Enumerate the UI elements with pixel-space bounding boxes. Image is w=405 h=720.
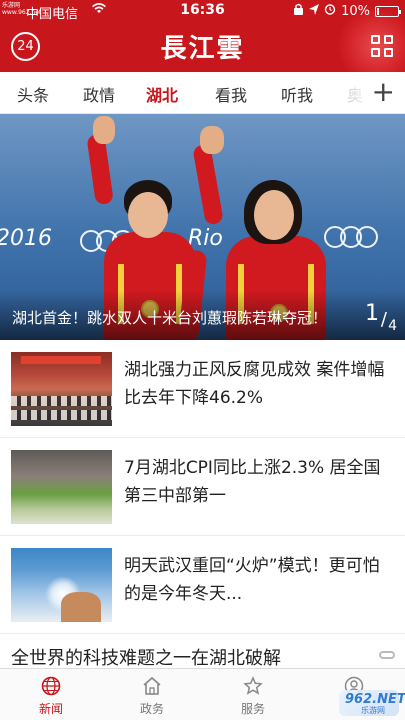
nav-label: 服务 [240, 702, 265, 716]
link-icon [379, 651, 395, 659]
news-title: 7月湖北CPI同比上涨2.3% 居全国第三中部第一 [124, 458, 381, 506]
news-thumbnail [11, 450, 112, 524]
alarm-icon [324, 3, 336, 19]
nav-service[interactable]: 服务 [203, 669, 303, 720]
news-thumbnail [11, 548, 112, 622]
home-icon [142, 676, 162, 696]
news-thumbnail [11, 352, 112, 426]
nav-label: 政务 [139, 702, 164, 716]
globe-icon [41, 676, 61, 696]
tab-hubei[interactable]: 湖北 [146, 82, 178, 106]
pager-current: 1 [365, 301, 379, 326]
badge-subtitle: 乐游网 [361, 706, 385, 715]
channel-tabs: 头条 政情 湖北 看我 听我 奥 + [0, 72, 405, 114]
app-header: 24 長江雲 [0, 22, 405, 72]
location-icon [309, 3, 320, 19]
add-channel-button[interactable]: + [372, 77, 395, 107]
star-icon [243, 676, 263, 696]
hero-caption: 湖北首金！跳水双人十米台刘蕙瑕陈若琳夺冠！ [12, 309, 328, 327]
hero-banner[interactable]: 2016 Rio 湖北首金！跳水双人十米台刘蕙瑕陈若琳夺冠！ 1 / 4 [0, 114, 405, 340]
news-title: 明天武汉重回“火炉”模式！更可怕的是今年冬天... [124, 556, 380, 604]
pager-separator: / [380, 309, 387, 330]
lock-rotation-icon [293, 3, 304, 19]
news-title: 湖北强力正风反腐见成效 案件增幅比去年下降46.2% [124, 360, 385, 408]
news-title-partial[interactable]: 全世界的科技难题之一在湖北破解 [11, 644, 281, 670]
tabs-fade [335, 72, 375, 113]
news-item[interactable]: 湖北强力正风反腐见成效 案件增幅比去年下降46.2% [0, 340, 405, 438]
tab-tingwo[interactable]: 听我 [281, 82, 313, 106]
hero-photo-text: Rio [188, 226, 223, 251]
app-logo: 長江雲 [160, 34, 245, 64]
grid-icon[interactable] [371, 35, 393, 57]
status-bar: 乐游网 www.962.net 中国电信 16:36 10% [0, 0, 405, 22]
battery-icon [375, 5, 401, 17]
tab-kanwo[interactable]: 看我 [215, 82, 247, 106]
hero-photo-text-left: 2016 [0, 226, 52, 251]
battery-percent: 10% [341, 3, 370, 19]
top-bar: 乐游网 www.962.net 中国电信 16:36 10% 24 長江雲 [0, 0, 405, 72]
site-watermark-badge: 962.NET 乐游网 [339, 690, 405, 716]
news-item[interactable]: 7月湖北CPI同比上涨2.3% 居全国第三中部第一 [0, 438, 405, 536]
news-item[interactable]: 明天武汉重回“火炉”模式！更可怕的是今年冬天... [0, 536, 405, 634]
tab-toutiao[interactable]: 头条 [17, 82, 49, 106]
nav-government[interactable]: 政务 [102, 669, 202, 720]
status-right: 10% [293, 3, 401, 19]
olympic-ring [356, 226, 378, 248]
nav-news[interactable]: 新闻 [1, 669, 101, 720]
tab-zhengqing[interactable]: 政情 [83, 82, 115, 106]
nav-label: 新闻 [38, 702, 63, 716]
pager-total: 4 [388, 318, 397, 334]
